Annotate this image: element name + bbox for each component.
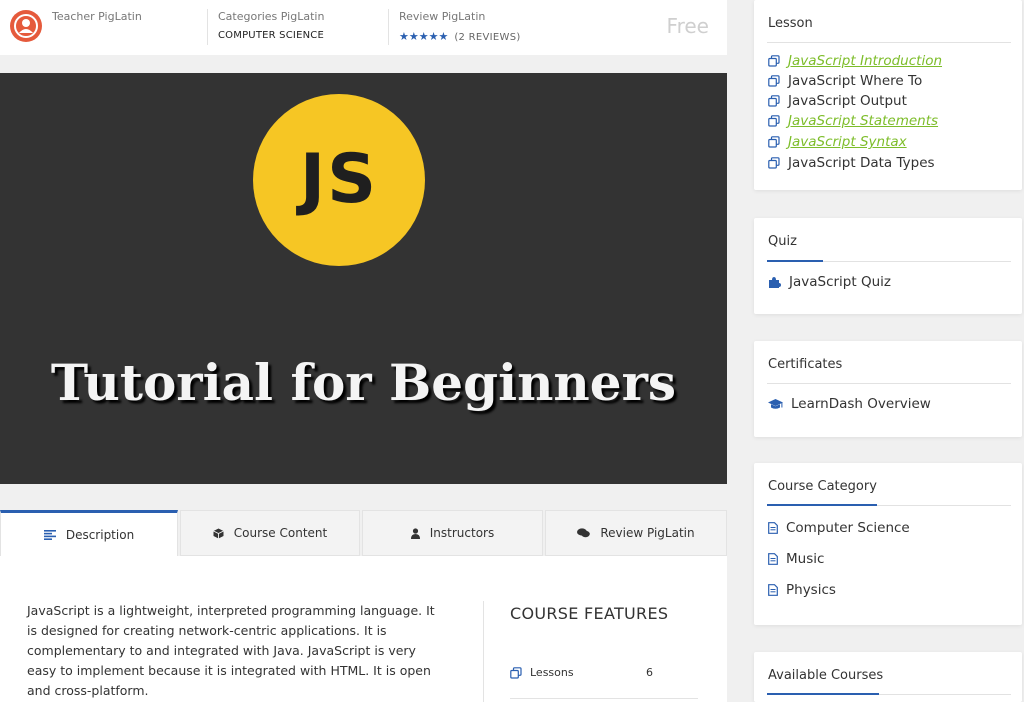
category-label: Music (786, 551, 825, 567)
course-description: JavaScript is a lightweight, interpreted… (27, 603, 435, 698)
widget-title: Lesson (768, 16, 813, 31)
category-label: Physics (786, 582, 836, 598)
user-avatar-icon (14, 14, 38, 38)
lesson-widget: Lesson JavaScript Introduction JavaScrip… (754, 0, 1022, 190)
tab-label: Instructors (429, 526, 495, 540)
widget-accent (767, 504, 877, 506)
category-value[interactable]: COMPUTER SCIENCE (218, 30, 324, 41)
tab-content-description: JavaScript is a lightweight, interpreted… (0, 556, 727, 702)
features-divider (483, 601, 484, 702)
tab-reviews[interactable]: Review PigLatin (545, 510, 727, 556)
copy-icon (768, 157, 780, 169)
category-label: Categories PigLatin (218, 10, 325, 23)
widget-title: Course Category (768, 479, 877, 494)
review-label: Review PigLatin (399, 10, 486, 23)
category-link-physics[interactable]: Physics (768, 582, 836, 598)
category-link-computer-science[interactable]: Computer Science (768, 520, 910, 536)
quiz-link[interactable]: JavaScript Quiz (768, 274, 891, 290)
course-category-widget: Course Category Computer Science Music P… (754, 463, 1022, 625)
lesson-link-data-types[interactable]: JavaScript Data Types (768, 155, 935, 171)
lesson-link-syntax[interactable]: JavaScript Syntax (768, 134, 907, 150)
teacher-label[interactable]: Teacher PigLatin (52, 10, 142, 23)
tab-label: Description (65, 527, 135, 542)
lesson-link-output[interactable]: JavaScript Output (768, 93, 907, 109)
lesson-label: JavaScript Introduction (788, 53, 943, 69)
teacher-meta: Teacher PigLatin (52, 10, 142, 23)
rating-row: ★★★★★ (2 REVIEWS) (399, 30, 521, 43)
document-icon (768, 553, 778, 565)
star-rating-icon: ★★★★★ (399, 30, 449, 43)
widget-divider (767, 260, 1011, 262)
available-courses-widget: Available Courses (754, 652, 1022, 702)
quiz-widget: Quiz JavaScript Quiz (754, 218, 1022, 314)
feature-divider (510, 698, 698, 699)
copy-icon (768, 115, 780, 127)
review-meta: Review PigLatin ★★★★★ (2 REVIEWS) (399, 10, 521, 43)
teacher-avatar[interactable] (10, 10, 42, 42)
js-logo-text: JS (299, 140, 379, 219)
widget-accent (767, 693, 879, 695)
puzzle-icon (769, 277, 781, 288)
reviews-count: (2 REVIEWS) (454, 32, 521, 43)
lesson-label: JavaScript Output (788, 93, 907, 109)
lesson-link-where-to[interactable]: JavaScript Where To (768, 73, 922, 89)
tab-description[interactable]: Description (0, 510, 178, 556)
widget-accent (767, 260, 823, 262)
quiz-label: JavaScript Quiz (789, 274, 891, 290)
lesson-link-introduction[interactable]: JavaScript Introduction (768, 53, 942, 69)
copy-icon (768, 75, 780, 87)
category-label: Computer Science (786, 520, 910, 536)
comments-icon (577, 528, 591, 538)
copy-icon (768, 95, 780, 107)
lesson-label: JavaScript Syntax (788, 134, 907, 150)
hero-title: Tutorial for Beginners (50, 353, 677, 412)
lesson-label: JavaScript Statements (788, 113, 939, 129)
course-features-title: COURSE FEATURES (510, 604, 669, 623)
tab-course-content[interactable]: Course Content (180, 510, 360, 556)
widget-divider (767, 42, 1011, 43)
tab-label: Review PigLatin (600, 526, 695, 540)
widget-divider (767, 504, 1011, 506)
feature-label: Lessons (530, 666, 574, 679)
certificates-widget: Certificates LearnDash Overview (754, 341, 1022, 437)
document-icon (768, 584, 778, 596)
lesson-label: JavaScript Where To (788, 73, 923, 89)
widget-title: Available Courses (768, 668, 884, 683)
course-hero-image: JS Tutorial for Beginners (0, 73, 727, 484)
lesson-label: JavaScript Data Types (788, 155, 935, 171)
align-left-icon (43, 529, 56, 540)
tab-instructors[interactable]: Instructors (362, 510, 543, 556)
cube-icon (213, 528, 224, 538)
category-link-music[interactable]: Music (768, 551, 824, 567)
meta-divider (207, 9, 208, 45)
copy-icon (768, 55, 780, 67)
widget-divider (767, 383, 1011, 384)
copy-icon (510, 667, 522, 679)
user-icon (410, 527, 420, 539)
course-meta-bar: Teacher PigLatin Categories PigLatin COM… (0, 0, 727, 55)
copy-icon (768, 136, 780, 148)
widget-title: Quiz (768, 234, 797, 249)
course-price: Free (666, 14, 709, 38)
course-tabs: Description Course Content Instructors R… (0, 510, 727, 556)
js-logo: JS (253, 94, 425, 266)
lesson-link-statements[interactable]: JavaScript Statements (768, 113, 938, 129)
widget-divider (767, 693, 1011, 695)
category-meta: Categories PigLatin COMPUTER SCIENCE (218, 10, 324, 41)
graduation-cap-icon (768, 398, 783, 409)
feature-value: 6 (646, 666, 653, 679)
document-icon (768, 522, 778, 534)
meta-divider (388, 9, 389, 45)
certificate-label: LearnDash Overview (791, 396, 931, 412)
tab-label: Course Content (233, 526, 328, 540)
widget-title: Certificates (768, 357, 843, 372)
certificate-link[interactable]: LearnDash Overview (768, 396, 931, 412)
